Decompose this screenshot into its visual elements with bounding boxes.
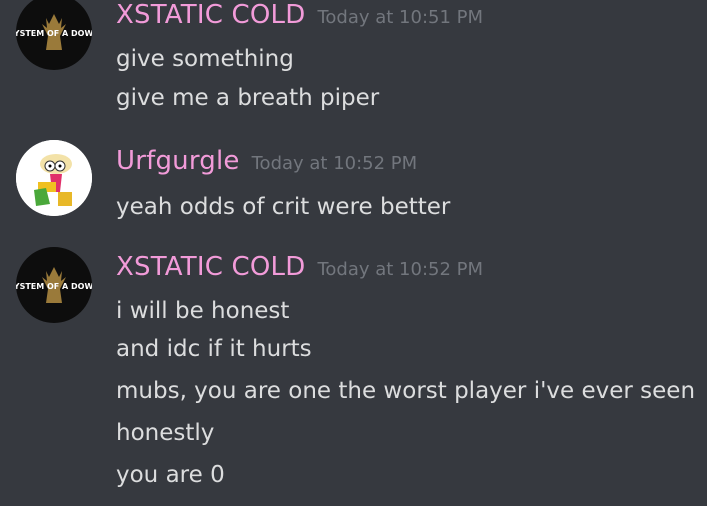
message-line: give something [116, 46, 294, 72]
message-line: and idc if it hurts [116, 336, 312, 362]
user-avatar[interactable]: SYSTEM OF A DOWN [16, 0, 92, 70]
timestamp: Today at 10:52 PM [317, 259, 484, 280]
message-line: i will be honest [116, 298, 290, 324]
avatar-logo-text: SYSTEM OF A DOWN [16, 29, 92, 38]
message-line: yeah odds of crit were better [116, 194, 451, 220]
avatar-logo-text: SYSTEM OF A DOWN [16, 282, 92, 291]
username[interactable]: XSTATIC COLD [116, 252, 305, 282]
message-line: give me a breath piper [116, 85, 380, 111]
message-line: honestly [116, 420, 215, 446]
username[interactable]: Urfgurgle [116, 146, 240, 176]
message-line: you are 0 [116, 462, 225, 488]
user-avatar[interactable] [16, 140, 92, 216]
message-line: mubs, you are one the worst player i've … [116, 378, 696, 404]
timestamp: Today at 10:52 PM [251, 153, 418, 174]
user-avatar[interactable]: SYSTEM OF A DOWN [16, 247, 92, 323]
timestamp: Today at 10:51 PM [317, 7, 484, 28]
username[interactable]: XSTATIC COLD [116, 0, 305, 30]
